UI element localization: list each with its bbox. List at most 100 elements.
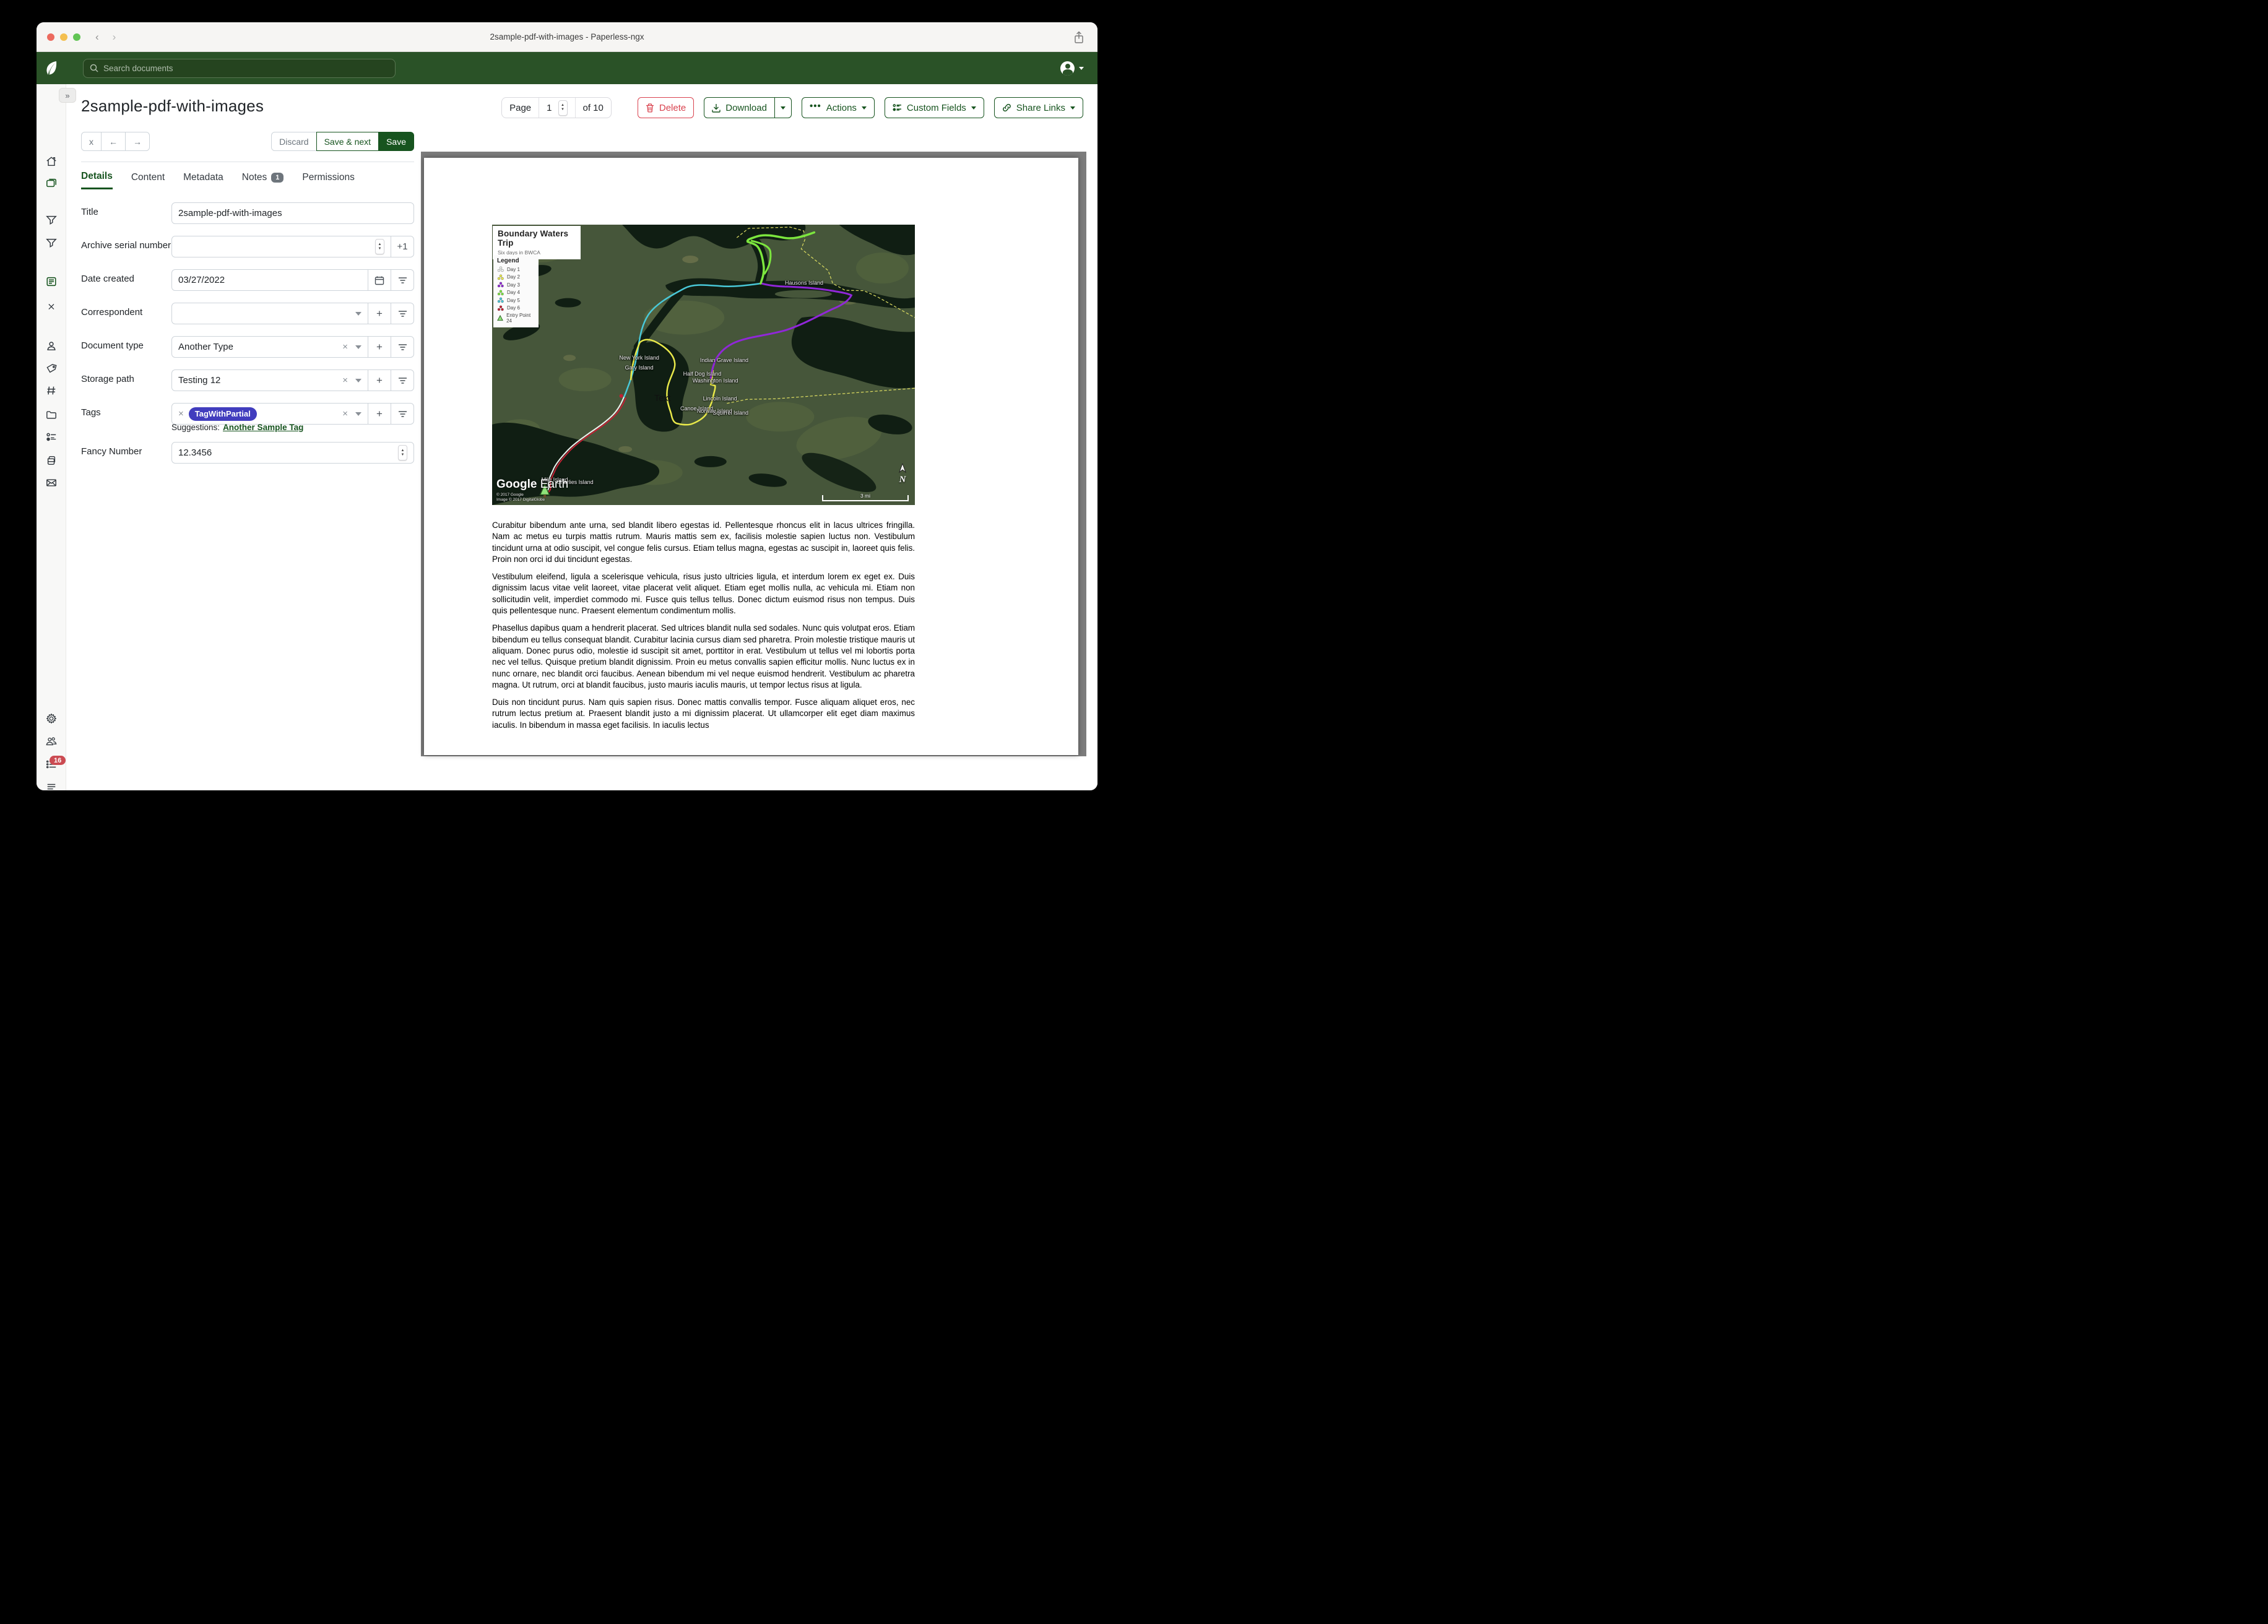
tab-details[interactable]: Details	[81, 171, 113, 189]
download-options-button[interactable]	[774, 97, 792, 118]
page-stepper[interactable]: ▲▼	[558, 100, 568, 116]
notes-count-badge: 1	[271, 173, 284, 183]
sidebar-item-document-types[interactable]	[46, 385, 57, 396]
sidebar-item-documents[interactable]	[46, 178, 57, 189]
storage-path-label: Storage path	[81, 369, 171, 391]
share-links-button[interactable]: Share Links	[994, 97, 1083, 118]
sidebar-item-storage-paths[interactable]	[46, 409, 57, 420]
custom-fields-button[interactable]: Custom Fields	[885, 97, 984, 118]
legend-item: Day 4	[497, 290, 535, 296]
delete-button[interactable]: Delete	[638, 97, 694, 118]
download-icon	[712, 103, 721, 113]
save-button[interactable]: Save	[378, 132, 414, 151]
sidebar-open-document-icon[interactable]	[46, 276, 57, 287]
tag-chip[interactable]: TagWithPartial	[189, 407, 257, 421]
sidebar-item-saved-view-1[interactable]	[46, 214, 57, 225]
sidebar-item-settings[interactable]	[46, 713, 57, 724]
clear-icon[interactable]: ×	[342, 375, 348, 386]
document-toolbar: Page 1 ▲▼ of 10 Delete Download	[501, 97, 1083, 118]
sidebar-item-file-tasks[interactable]	[46, 455, 57, 466]
clear-icon[interactable]: ×	[342, 408, 348, 419]
correspondent-filter-button[interactable]	[391, 303, 414, 324]
document-type-select[interactable]: Another Type×	[171, 336, 368, 358]
filter-lines-icon	[398, 310, 407, 317]
next-document-button[interactable]: →	[125, 132, 150, 151]
asn-input[interactable]: ▲▼	[171, 236, 391, 257]
map-credit: Image © 2017 DigitalGlobe	[496, 498, 545, 502]
fancy-number-input[interactable]: 12.3456▲▼	[171, 442, 414, 464]
legend-label: Day 4	[507, 290, 520, 295]
main-content: » 2sample-pdf-with-images x ← → Discard …	[66, 84, 1097, 790]
paperless-logo-icon[interactable]	[37, 61, 66, 76]
remove-tag-icon[interactable]: ×	[178, 408, 184, 419]
filter-lines-icon	[398, 377, 407, 384]
tags-input[interactable]: × TagWithPartial ×	[171, 403, 368, 425]
route-dots-icon	[497, 305, 504, 311]
storage-path-filter-button[interactable]	[391, 369, 414, 391]
tab-notes[interactable]: Notes1	[242, 171, 284, 189]
previous-document-button[interactable]: ←	[101, 132, 126, 151]
close-document-icon[interactable]	[46, 300, 57, 311]
avatar	[1060, 61, 1075, 76]
tab-metadata[interactable]: Metadata	[183, 171, 223, 189]
page-label: Page	[502, 98, 539, 118]
tab-permissions[interactable]: Permissions	[302, 171, 354, 189]
share-icon[interactable]	[1074, 31, 1084, 43]
page-total: of 10	[576, 98, 611, 118]
sidebar-item-users-groups[interactable]	[46, 736, 57, 747]
sidebar-item-mail[interactable]	[46, 477, 57, 488]
tags-filter-button[interactable]	[391, 403, 414, 425]
actions-button[interactable]: ••• Actions	[802, 97, 875, 118]
pdf-page: Boundary Waters Trip Six days in BWCA Le…	[424, 158, 1078, 755]
detail-tabs: Details Content Metadata Notes1 Permissi…	[81, 171, 414, 189]
sidebar-item-correspondents[interactable]	[46, 340, 57, 352]
document-type-filter-button[interactable]	[391, 336, 414, 358]
suggested-tag-link[interactable]: Another Sample Tag	[223, 423, 303, 432]
close-edit-button[interactable]: x	[81, 132, 102, 151]
date-created-input[interactable]: 03/27/2022	[171, 269, 368, 291]
download-button[interactable]: Download	[704, 97, 775, 118]
fancy-number-stepper[interactable]: ▲▼	[398, 445, 407, 460]
sidebar-item-logs[interactable]	[46, 782, 57, 790]
search-icon	[90, 64, 98, 72]
storage-path-select[interactable]: Testing 12×	[171, 369, 368, 391]
sidebar-item-custom-fields[interactable]	[46, 431, 57, 443]
date-filter-button[interactable]	[391, 269, 414, 291]
pdf-viewer[interactable]: Boundary Waters Trip Six days in BWCA Le…	[421, 152, 1086, 756]
discard-button[interactable]: Discard	[271, 132, 316, 151]
asn-stepper[interactable]: ▲▼	[375, 239, 384, 254]
add-tag-button[interactable]: +	[368, 403, 391, 425]
asn-plus-one-button[interactable]: +1	[391, 236, 414, 257]
add-correspondent-button[interactable]: +	[368, 303, 391, 324]
route-dots-icon	[497, 282, 504, 288]
compass-icon: N	[898, 464, 907, 485]
trash-icon	[646, 103, 654, 113]
tab-content[interactable]: Content	[131, 171, 165, 189]
calendar-button[interactable]	[368, 269, 391, 291]
fancy-number-label: Fancy Number	[81, 442, 171, 464]
chevron-down-icon	[355, 345, 361, 349]
save-and-next-button[interactable]: Save & next	[316, 132, 379, 151]
google-earth-watermark: Google Earth	[496, 478, 568, 491]
filter-lines-icon	[398, 343, 407, 351]
map-scale-bar: 3 mi	[822, 495, 909, 501]
user-menu[interactable]	[1060, 61, 1084, 76]
sidebar-expand-button[interactable]: »	[59, 88, 76, 103]
clear-icon[interactable]: ×	[342, 342, 348, 352]
add-storage-path-button[interactable]: +	[368, 369, 391, 391]
add-document-type-button[interactable]: +	[368, 336, 391, 358]
island-label: Half Dog Island	[683, 371, 722, 377]
sidebar-item-dashboard[interactable]	[46, 156, 57, 167]
chevron-down-icon	[1079, 67, 1084, 70]
global-search[interactable]: Search documents	[83, 59, 396, 78]
legend-label: Day 3	[507, 282, 520, 288]
legend-item: Day 6	[497, 305, 535, 311]
pdf-paragraph: Vestibulum eleifend, ligula a scelerisqu…	[492, 571, 915, 616]
sidebar-item-tags[interactable]	[46, 363, 57, 374]
sidebar-item-saved-view-2[interactable]	[46, 237, 57, 248]
correspondent-select[interactable]	[171, 303, 368, 324]
custom-fields-icon	[893, 103, 902, 112]
route-dots-icon	[497, 266, 504, 272]
title-input[interactable]: 2sample-pdf-with-images	[171, 202, 414, 224]
page-number-input[interactable]: 1	[547, 103, 552, 113]
